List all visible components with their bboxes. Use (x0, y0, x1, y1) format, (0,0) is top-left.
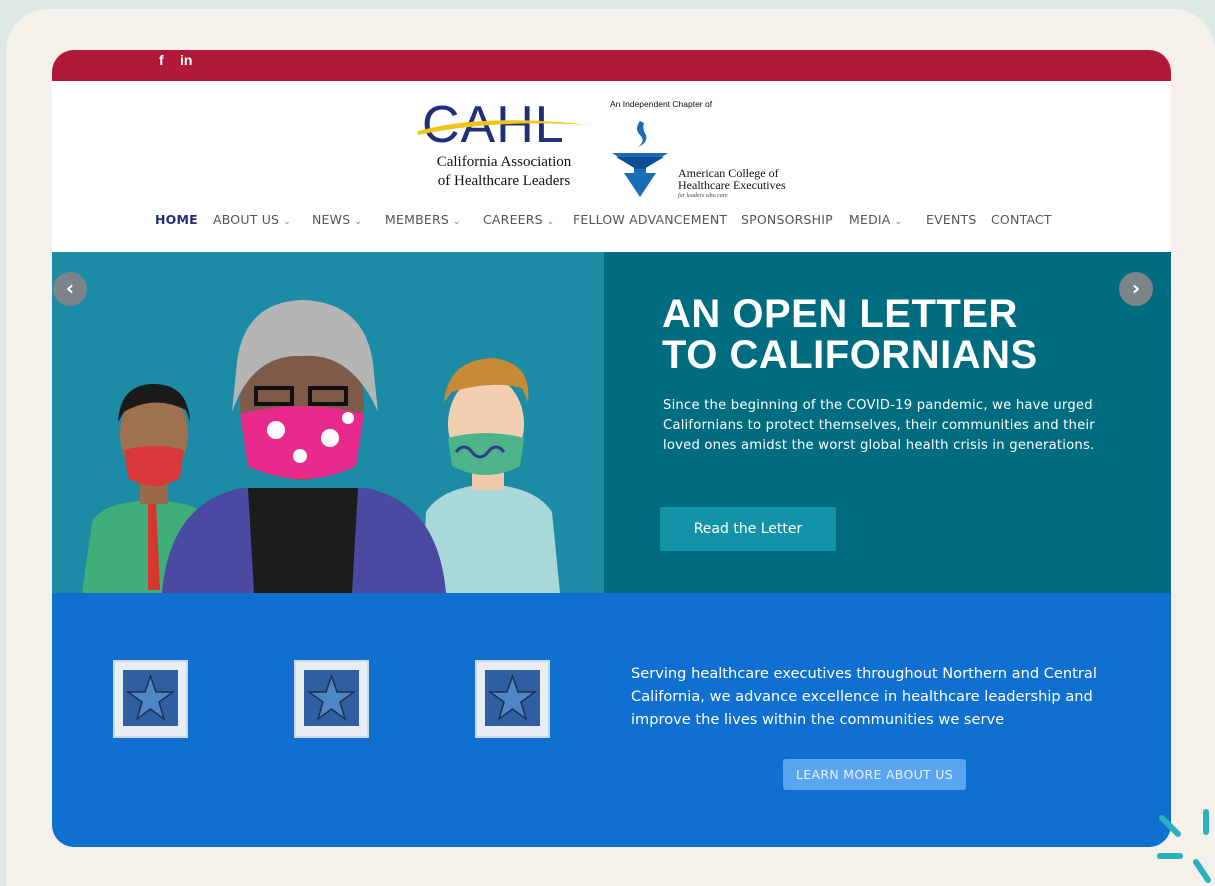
learn-more-about-us-button[interactable]: LEARN MORE ABOUT US (783, 759, 966, 790)
chevron-down-icon: ⌄ (546, 217, 555, 227)
star-badge-icon (485, 670, 540, 726)
masked-people-illustration (82, 300, 560, 593)
chevron-left-icon[interactable]: ‹ (53, 272, 87, 306)
chevron-down-icon: ⌄ (894, 217, 903, 227)
hero-title: AN OPEN LETTER TO CALIFORNIANS (662, 292, 1038, 377)
mission-statement: Serving healthcare executives throughout… (631, 665, 1097, 728)
nav-events[interactable]: EVENTS (926, 212, 976, 227)
facebook-icon[interactable]: f (159, 52, 164, 68)
award-badge (113, 660, 188, 738)
site-header: CAHL California Association of Healthcar… (52, 81, 1171, 252)
top-bar: f in (52, 50, 1171, 81)
award-badge (294, 660, 369, 738)
ache-tagline: for leaders who care (678, 193, 728, 199)
decorative-rays-icon (1157, 809, 1211, 883)
award-badge (475, 660, 550, 738)
ache-flame-icon (612, 121, 668, 197)
nav-fellow-advancement[interactable]: FELLOW ADVANCEMENT (573, 212, 727, 227)
nav-careers[interactable]: CAREERS ⌄ (483, 212, 555, 227)
main-nav: HOME ABOUT US ⌄ NEWS ⌄ MEMBERS ⌄ CAREERS ⌄ F… (52, 212, 1171, 232)
website: f in CAHL California Association of Heal… (52, 50, 1171, 847)
read-the-letter-button[interactable]: Read the Letter (660, 507, 836, 551)
nav-sponsorship[interactable]: SPONSORSHIP (741, 212, 833, 227)
star-badge-icon (123, 670, 178, 726)
cahl-logo[interactable]: CAHL California Association of Healthcar… (414, 95, 594, 195)
hero-slider: AN OPEN LETTER TO CALIFORNIANS Since the… (52, 252, 1171, 593)
chevron-down-icon: ⌄ (354, 217, 363, 227)
nav-home[interactable]: HOME (155, 212, 198, 227)
ache-name: American College of Healthcare Executive… (678, 166, 786, 192)
nav-media[interactable]: MEDIA ⌄ (849, 212, 902, 227)
hero-description: Since the beginning of the COVID-19 pand… (663, 398, 1095, 453)
cahl-logo-subtitle: California Association of Healthcare Lea… (436, 154, 572, 189)
chevron-down-icon: ⌄ (452, 217, 461, 227)
chevron-right-icon[interactable]: › (1119, 272, 1153, 306)
nav-members[interactable]: MEMBERS ⌄ (385, 212, 461, 227)
hero-content: AN OPEN LETTER TO CALIFORNIANS Since the… (604, 252, 1171, 593)
hero-illustration (52, 252, 604, 593)
ache-chapter-label: An Independent Chapter of (610, 99, 713, 109)
swoosh-icon (418, 120, 590, 135)
star-badge-icon (304, 670, 359, 726)
ache-logo[interactable]: An Independent Chapter of American Colle… (610, 99, 810, 199)
nav-news[interactable]: NEWS ⌄ (312, 212, 362, 227)
chevron-down-icon: ⌄ (283, 217, 291, 227)
linkedin-icon[interactable]: in (180, 52, 192, 68)
nav-contact[interactable]: CONTACT (991, 212, 1052, 227)
about-section: Serving healthcare executives throughout… (52, 593, 1171, 847)
nav-about-us[interactable]: ABOUT US ⌄ (213, 212, 291, 227)
